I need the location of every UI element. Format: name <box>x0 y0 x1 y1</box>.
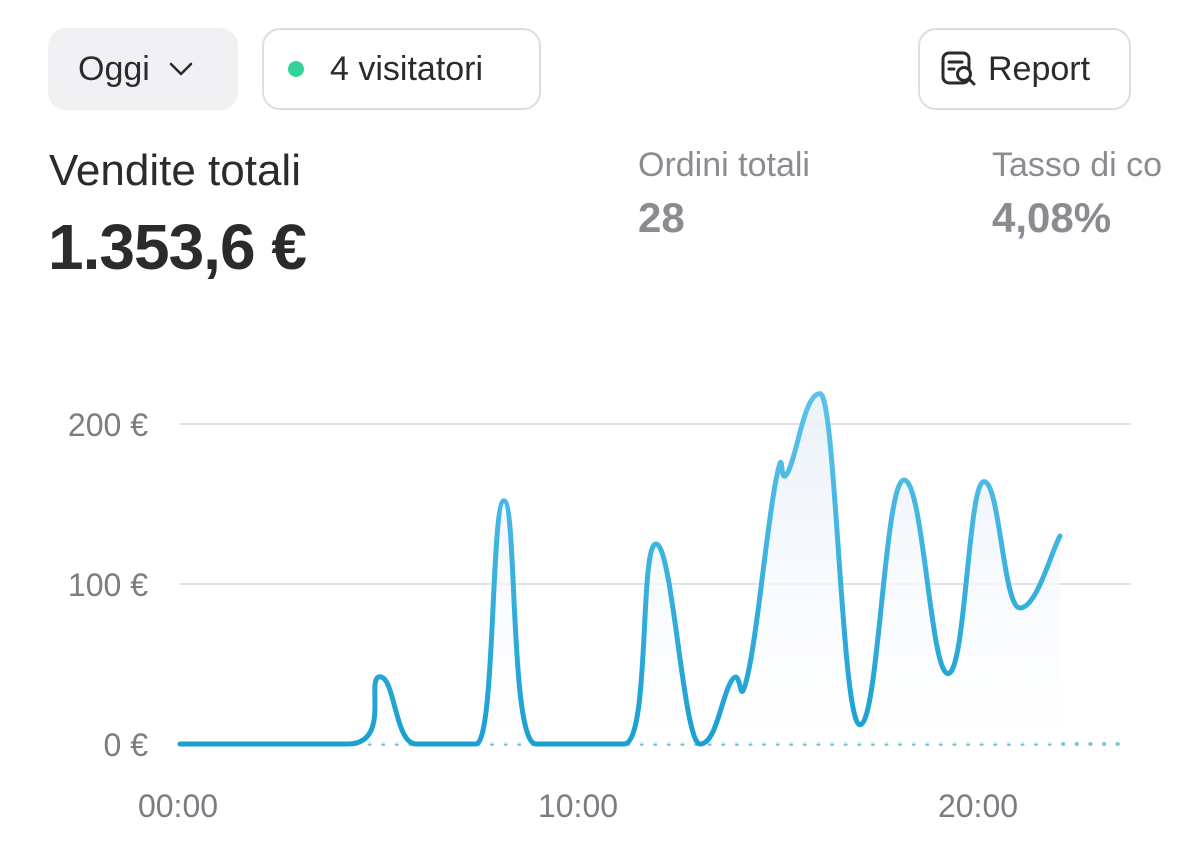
data-point <box>621 741 627 747</box>
data-point <box>745 671 751 677</box>
x-axis-ticks: 00:00 10:00 20:00 <box>138 788 1018 824</box>
report-label: Report <box>988 49 1091 88</box>
data-point <box>345 741 351 747</box>
sales-chart: 0 € 100 € 200 € 00:00 10:00 20:00 <box>68 391 1131 824</box>
data-point <box>1057 533 1063 539</box>
y-tick-label: 100 € <box>68 567 148 603</box>
date-filter-dropdown[interactable]: Oggi <box>48 28 238 110</box>
conversion-rate-value: 4,08% <box>992 194 1112 241</box>
data-point <box>377 674 383 680</box>
date-filter-label: Oggi <box>78 49 150 88</box>
data-point <box>697 741 703 747</box>
data-point <box>729 677 735 683</box>
y-tick-label: 200 € <box>68 407 148 443</box>
y-axis-ticks: 0 € 100 € 200 € <box>68 407 148 763</box>
visitors-label: 4 visitatori <box>330 49 484 88</box>
x-tick-label: 10:00 <box>538 788 618 824</box>
chevron-down-icon <box>169 62 193 76</box>
total-orders-label[interactable]: Ordini totali <box>638 146 810 185</box>
total-sales-label: Vendite totali <box>49 146 301 195</box>
x-tick-label: 00:00 <box>138 788 218 824</box>
data-point <box>857 722 863 728</box>
data-point <box>901 477 907 483</box>
data-point <box>817 391 823 397</box>
total-sales-value: 1.353,6 € <box>48 211 307 283</box>
data-point <box>177 741 183 747</box>
data-point <box>981 479 987 485</box>
data-point <box>413 741 419 747</box>
report-button[interactable]: Report <box>918 28 1131 110</box>
report-search-icon <box>941 51 976 86</box>
data-point <box>653 541 659 547</box>
chart-series <box>177 391 1122 747</box>
x-tick-label: 20:00 <box>938 788 1018 824</box>
sales-dashboard: Oggi 4 visitatori Report Vendite totali … <box>0 0 1179 851</box>
conversion-rate-label[interactable]: Tasso di co <box>992 146 1162 185</box>
data-point <box>785 469 791 475</box>
data-point <box>945 671 951 677</box>
data-point <box>773 477 779 483</box>
data-point <box>473 741 479 747</box>
data-point <box>533 741 539 747</box>
data-point <box>501 498 507 504</box>
y-tick-label: 0 € <box>104 727 149 763</box>
total-orders-value: 28 <box>638 194 685 241</box>
live-status-dot <box>288 61 304 77</box>
live-visitors-button[interactable]: 4 visitatori <box>262 28 541 110</box>
data-point <box>1017 605 1023 611</box>
